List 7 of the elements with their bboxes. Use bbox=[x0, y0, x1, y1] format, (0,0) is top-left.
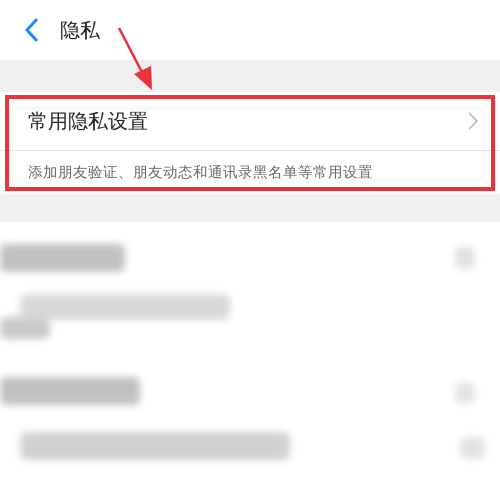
back-icon[interactable] bbox=[24, 17, 40, 43]
settings-title: 常用隐私设置 bbox=[28, 108, 148, 134]
settings-description: 添加朋友验证、朋友动态和通讯录黑名单等常用设置 bbox=[27, 164, 374, 183]
blurred-content bbox=[460, 437, 485, 459]
page-title: 隐私 bbox=[60, 16, 100, 44]
privacy-settings-card[interactable]: 常用隐私设置 添加朋友验证、朋友动态和通讯录黑名单等常用设置 bbox=[0, 92, 500, 194]
chevron-right-icon bbox=[468, 112, 478, 130]
